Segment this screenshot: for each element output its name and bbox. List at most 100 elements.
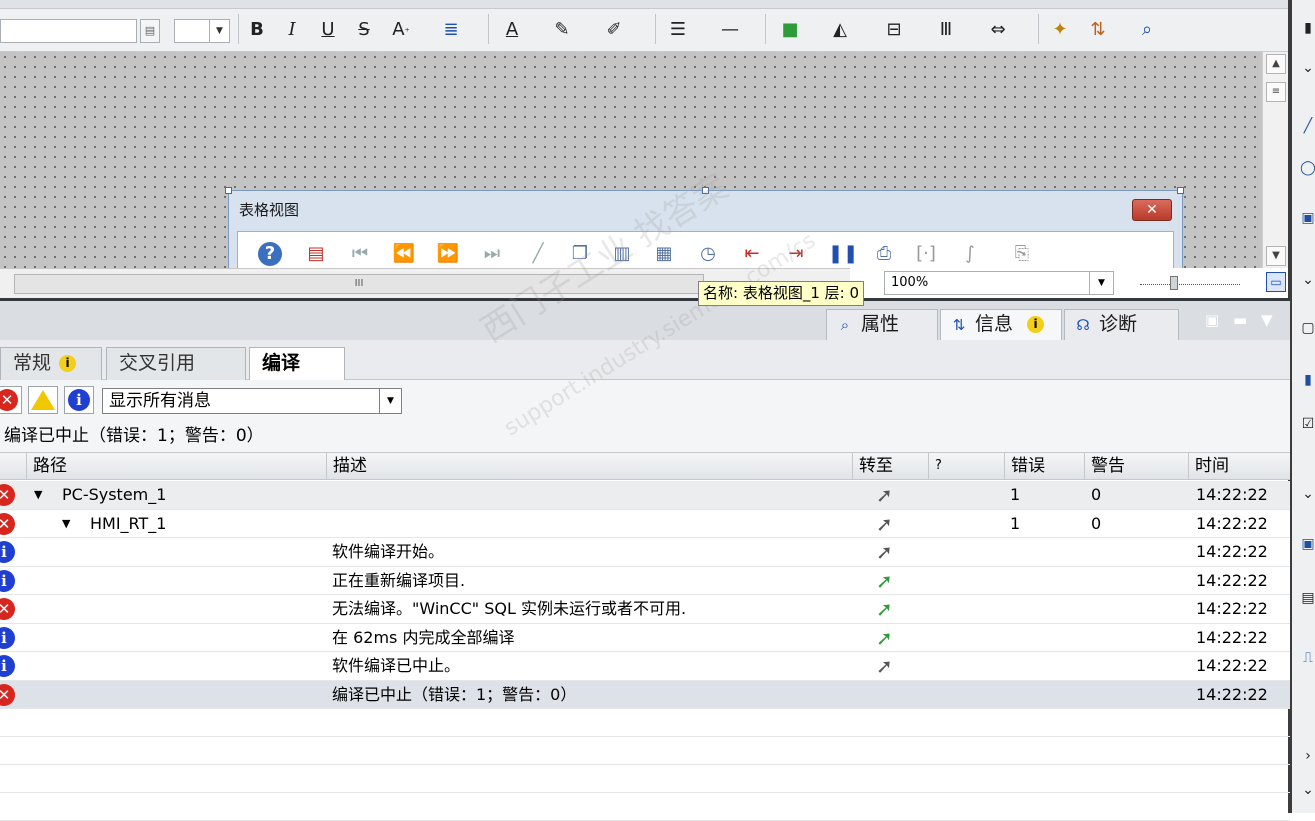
table-row[interactable]: i 软件编译开始。 ➚ 14:22:22 — [0, 538, 1290, 567]
chevron-down-icon[interactable]: ⌄ — [1298, 782, 1315, 798]
table-row[interactable]: ✕ 编译已中止（错误：1；警告：0） 14:22:22 — [0, 680, 1290, 709]
font-size-icon[interactable]: A⁺ — [386, 17, 416, 43]
filter-warnings-button[interactable] — [28, 386, 58, 414]
plug-icon[interactable]: ⎍ — [1298, 650, 1315, 666]
goto-arrow-icon[interactable]: ➚ — [876, 567, 893, 595]
zoom-slider-track[interactable] — [1140, 284, 1240, 285]
fill-pattern-icon[interactable]: ■ — [776, 17, 804, 43]
bar-icon[interactable]: ▮ — [1298, 372, 1315, 388]
resize-handle[interactable] — [702, 187, 709, 194]
table-view-object[interactable]: 表格视图 ✕ ? ▤ ⏮ ⏪ ⏩ ⏭ ╱ ❐ ▥ ▦ ◷ ⇤ ⇥ ❚❚ ⎙ [·… — [225, 187, 1184, 268]
column-header[interactable]: 描述 — [326, 453, 852, 479]
filter-info-button[interactable]: i — [64, 386, 94, 414]
ellipse-tool-icon[interactable]: ◯ — [1298, 160, 1315, 176]
column-header[interactable]: 警告 — [1084, 453, 1188, 479]
io-field-icon[interactable]: ▢ — [1298, 320, 1315, 336]
chevron-right-icon[interactable]: › — [1298, 748, 1315, 764]
chevron-down-icon[interactable]: ⌄ — [1298, 486, 1315, 502]
table-row[interactable]: i 正在重新编译项目. ➚ 14:22:22 — [0, 566, 1290, 595]
screen-editor-canvas[interactable]: 表格视图 ✕ ? ▤ ⏮ ⏪ ⏩ ⏭ ╱ ❐ ▥ ▦ ◷ ⇤ ⇥ ❚❚ ⎙ [·… — [0, 52, 1262, 268]
font-picker-button[interactable]: ▤ — [140, 19, 160, 43]
paint-icon[interactable]: ✦ — [1046, 17, 1074, 43]
scroll-up-icon[interactable]: ▲ — [1266, 54, 1286, 74]
fill-color-icon[interactable]: ✎ — [548, 17, 576, 43]
checkbox-icon[interactable]: ☑ — [1298, 416, 1315, 432]
font-color-icon[interactable]: A — [498, 17, 526, 43]
underline-button[interactable]: U — [318, 17, 338, 43]
resize-handle[interactable] — [225, 187, 232, 194]
strikethrough-button[interactable]: S — [354, 17, 374, 43]
line-width-icon[interactable]: — — [716, 17, 744, 43]
distribute-icon[interactable]: Ⅲ — [932, 17, 960, 43]
properties-icon: ⌕ — [840, 316, 850, 334]
info-badge-icon: i — [59, 355, 77, 372]
goto-arrow-icon[interactable]: ➚ — [876, 595, 893, 623]
text-align-icon[interactable]: ≣ — [436, 17, 466, 43]
zoom-select-icon[interactable]: ⌕ — [1134, 17, 1160, 43]
table-row[interactable]: i 软件编译已中止。 ➚ 14:22:22 — [0, 652, 1290, 681]
tab-info[interactable]: ⇅ 信息 i — [940, 309, 1062, 340]
scroll-down-icon[interactable]: ▼ — [1266, 246, 1286, 266]
first-icon: ⏮ — [351, 243, 369, 264]
subtab-cross-reference[interactable]: 交叉引用 — [106, 347, 246, 380]
column-header[interactable]: 转至 — [852, 453, 928, 479]
float-panel-icon[interactable]: ▣ — [1205, 311, 1219, 329]
expand-toggle-icon[interactable]: ▼ — [34, 481, 42, 509]
canvas-vertical-scrollbar[interactable]: ▲ ≡ ▼ — [1262, 52, 1288, 268]
chevron-down-icon[interactable]: ⌄ — [1298, 272, 1315, 288]
row-time: 14:22:22 — [1196, 684, 1268, 704]
tab-properties[interactable]: ⌕ 属性 — [826, 309, 938, 340]
line-style-icon[interactable]: ☰ — [664, 17, 692, 43]
error-icon: ✕ — [0, 484, 15, 506]
table-row[interactable]: ✕ ▼ PC-System_1 ➚ 1 0 14:22:22 — [0, 481, 1290, 510]
column-header[interactable]: 错误 — [1004, 453, 1084, 479]
scroll-grip-icon[interactable]: ≡ — [1266, 82, 1286, 102]
column-header[interactable]: 路径 — [26, 453, 326, 479]
font-family-input[interactable] — [0, 19, 137, 43]
spacing-icon[interactable]: ⇔ — [984, 17, 1012, 43]
zoom-slider-thumb[interactable] — [1170, 276, 1178, 290]
table-row[interactable]: i 在 62ms 内完成全部编译 ➚ 14:22:22 — [0, 623, 1290, 652]
row-time: 14:22:22 — [1196, 542, 1268, 561]
column-header[interactable]: ? — [928, 453, 1004, 479]
message-filter-select[interactable]: 显示所有消息 ▼ — [102, 388, 402, 414]
subtab-compile[interactable]: 编译 — [249, 347, 345, 380]
align-objects-icon[interactable]: ⊟ — [880, 17, 908, 43]
info-icon: i — [0, 626, 15, 649]
export-icon: ⎘ — [1014, 243, 1030, 264]
layer-icon[interactable]: ⇅ — [1080, 17, 1116, 43]
line-color-icon[interactable]: ✐ — [600, 17, 628, 43]
subtab-general-label: 常规 — [13, 352, 52, 374]
subtab-cross-reference-label: 交叉引用 — [119, 352, 196, 374]
italic-button[interactable]: I — [282, 17, 302, 43]
goto-arrow-icon[interactable]: ➚ — [876, 624, 893, 652]
rotate-icon[interactable]: ◭ — [826, 17, 854, 43]
chevron-down-icon[interactable]: ⌄ — [1298, 60, 1315, 76]
font-size-select[interactable]: ▼ — [174, 19, 230, 43]
tab-diagnostics[interactable]: ☊ 诊断 — [1064, 309, 1179, 340]
goto-arrow-icon[interactable]: ➚ — [876, 538, 893, 566]
row-warn: 0 — [1091, 485, 1102, 504]
expand-toggle-icon[interactable]: ▼ — [62, 510, 70, 538]
goto-arrow-icon[interactable]: ➚ — [876, 481, 893, 509]
resize-handle[interactable] — [1177, 187, 1184, 194]
table-row[interactable]: ✕ 无法编译。"WinCC" SQL 实例未运行或者不可用. ➚ 14:22:22 — [0, 595, 1290, 624]
filter-errors-button[interactable]: ✕ — [0, 386, 22, 414]
minimize-panel-icon[interactable]: ▬ — [1233, 311, 1247, 329]
dock-item-icon[interactable]: ▮ — [1298, 20, 1315, 36]
goto-arrow-icon[interactable]: ➚ — [876, 652, 893, 680]
column-header[interactable]: 时间 — [1188, 453, 1290, 479]
screen-icon[interactable]: ▣ — [1298, 536, 1315, 552]
zoom-select[interactable]: 100% ▼ — [884, 271, 1114, 295]
collapse-panel-icon[interactable]: ▼ — [1261, 311, 1273, 329]
bold-button[interactable]: B — [247, 17, 267, 43]
goto-arrow-icon[interactable]: ➚ — [876, 510, 893, 538]
document-icon[interactable]: ▤ — [1298, 590, 1315, 606]
table-row[interactable]: ✕ ▼ HMI_RT_1 ➚ 1 0 14:22:22 — [0, 509, 1290, 538]
scroll-thumb[interactable]: III — [14, 274, 704, 294]
subtab-general[interactable]: 常规 i — [0, 347, 102, 380]
line-tool-icon[interactable]: ╱ — [1298, 118, 1315, 134]
image-tool-icon[interactable]: ▣ — [1298, 210, 1315, 226]
row-time: 14:22:22 — [1196, 485, 1268, 504]
fit-view-icon[interactable]: ▭ — [1266, 272, 1286, 292]
